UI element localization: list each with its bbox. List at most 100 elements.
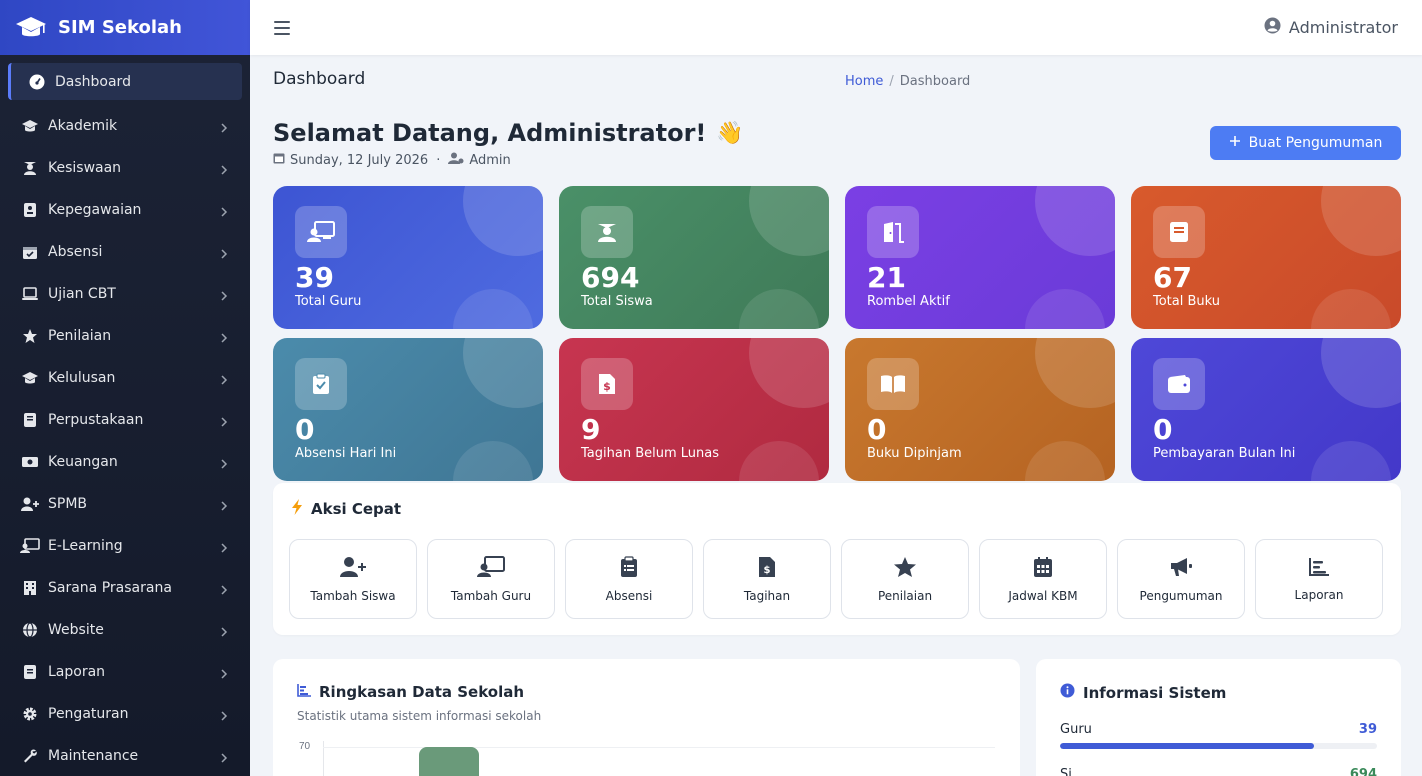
welcome-text: Selamat Datang, Administrator! xyxy=(273,119,707,147)
stat-card-tagihan-belum-lunas[interactable]: $ 9 Tagihan Belum Lunas xyxy=(559,338,829,481)
quick-action-pengumuman[interactable]: Pengumuman xyxy=(1117,539,1245,619)
chart-y-tick: 70 xyxy=(299,741,311,752)
stat-card-rombel-aktif[interactable]: 21 Rombel Aktif xyxy=(845,186,1115,329)
chevron-right-icon xyxy=(220,121,230,133)
stat-card-total-buku[interactable]: 67 Total Buku xyxy=(1131,186,1401,329)
quick-action-label: Absensi xyxy=(605,588,653,603)
stat-card-absensi-hari-ini[interactable]: 0 Absensi Hari Ini xyxy=(273,338,543,481)
chevron-right-icon xyxy=(220,667,230,679)
info-label: Si xyxy=(1060,767,1072,776)
sidebar-item-sarana-prasarana[interactable]: Sarana Prasarana xyxy=(0,567,250,609)
stat-card-total-guru[interactable]: 39 Total Guru xyxy=(273,186,543,329)
sidebar-item-pengaturan[interactable]: Pengaturan xyxy=(0,693,250,735)
bolt-icon xyxy=(291,499,303,519)
brand[interactable]: SIM Sekolah xyxy=(0,0,250,55)
stat-card-total-siswa[interactable]: 694 Total Siswa xyxy=(559,186,829,329)
sidebar-item-ujian-cbt[interactable]: Ujian CBT xyxy=(0,273,250,315)
quick-action-penilaian[interactable]: Penilaian xyxy=(841,539,969,619)
user-menu[interactable]: Administrator xyxy=(1264,17,1398,38)
chalkboard-user-icon xyxy=(20,538,40,554)
quick-action-label: Pengumuman xyxy=(1139,588,1223,603)
stat-value: 39 xyxy=(295,261,334,294)
school-summary-title: Ringkasan Data Sekolah xyxy=(297,683,996,701)
menu-toggle-icon[interactable] xyxy=(274,20,290,35)
quick-action-laporan[interactable]: Laporan xyxy=(1255,539,1383,619)
sidebar-item-e-learning[interactable]: E-Learning xyxy=(0,525,250,567)
quick-action-tagihan[interactable]: $ Tagihan xyxy=(703,539,831,619)
stat-card-buku-dipinjam[interactable]: 0 Buku Dipinjam xyxy=(845,338,1115,481)
stat-label: Absensi Hari Ini xyxy=(295,446,397,461)
sidebar-item-kepegawaian[interactable]: Kepegawaian xyxy=(0,189,250,231)
calendar-icon xyxy=(1033,556,1053,581)
bullhorn-icon xyxy=(1169,556,1193,581)
sidebar-item-label: Maintenance xyxy=(48,748,139,764)
quick-action-absensi[interactable]: Absensi xyxy=(565,539,693,619)
quick-actions-panel: Aksi Cepat Tambah Siswa Tambah Guru Abse… xyxy=(273,483,1401,635)
school-summary-panel: Ringkasan Data Sekolah Statistik utama s… xyxy=(273,659,1020,776)
sidebar-item-absensi[interactable]: Absensi xyxy=(0,231,250,273)
user-name: Administrator xyxy=(1288,18,1398,37)
chevron-right-icon xyxy=(220,751,230,763)
sidebar-nav: Dashboard Akademik Kesiswaan Kepegawaian… xyxy=(0,55,250,776)
system-info-title: Informasi Sistem xyxy=(1060,683,1377,702)
sidebar-item-penilaian[interactable]: Penilaian xyxy=(0,315,250,357)
stat-label: Buku Dipinjam xyxy=(867,446,962,461)
file-icon xyxy=(20,664,40,680)
sidebar-item-label: Pengaturan xyxy=(48,706,129,722)
chalkboard-user-icon xyxy=(295,206,347,258)
chevron-right-icon xyxy=(220,373,230,385)
chalkboard-user-icon xyxy=(477,555,505,581)
gear-icon xyxy=(20,706,40,722)
file-invoice-dollar-icon: $ xyxy=(758,556,776,581)
chevron-right-icon xyxy=(220,289,230,301)
graduation-cap-icon xyxy=(20,118,40,134)
stat-label: Total Siswa xyxy=(581,294,653,309)
sidebar-item-laporan[interactable]: Laporan xyxy=(0,651,250,693)
chevron-right-icon xyxy=(220,163,230,175)
school-summary-title-text: Ringkasan Data Sekolah xyxy=(319,683,525,701)
sidebar-item-perpustakaan[interactable]: Perpustakaan xyxy=(0,399,250,441)
breadcrumb-separator: / xyxy=(889,74,894,89)
page-header: Dashboard Home / Dashboard xyxy=(273,55,1401,110)
student-icon xyxy=(20,160,40,176)
sidebar-item-website[interactable]: Website xyxy=(0,609,250,651)
sidebar-item-kelulusan[interactable]: Kelulusan xyxy=(0,357,250,399)
breadcrumb-home-link[interactable]: Home xyxy=(845,74,883,89)
graduation-cap-icon xyxy=(20,370,40,386)
student-icon xyxy=(581,206,633,258)
app-name: SIM Sekolah xyxy=(58,17,182,38)
chevron-right-icon xyxy=(220,499,230,511)
money-bill-icon xyxy=(20,454,40,470)
quick-action-label: Tambah Siswa xyxy=(310,588,396,603)
sidebar-item-maintenance[interactable]: Maintenance xyxy=(0,735,250,776)
chart-bar[interactable] xyxy=(419,747,479,776)
wallet-icon xyxy=(1153,358,1205,410)
user-role: Admin xyxy=(469,152,511,168)
quick-action-tambah-siswa[interactable]: Tambah Siswa xyxy=(289,539,417,619)
sidebar-item-label: Perpustakaan xyxy=(48,412,144,428)
file-invoice-dollar-icon: $ xyxy=(581,358,633,410)
quick-action-label: Tagihan xyxy=(743,588,791,603)
stat-card-pembayaran-bulan-ini[interactable]: 0 Pembayaran Bulan Ini xyxy=(1131,338,1401,481)
info-circle-icon xyxy=(1060,683,1075,702)
sidebar-item-keuangan[interactable]: Keuangan xyxy=(0,441,250,483)
sidebar-item-label: Kepegawaian xyxy=(48,202,142,218)
info-value: 39 xyxy=(1358,722,1377,737)
create-announcement-button[interactable]: Buat Pengumuman xyxy=(1210,126,1401,160)
system-info-row-guru: Guru 39 xyxy=(1060,722,1377,749)
sidebar-item-dashboard[interactable]: Dashboard xyxy=(8,63,242,100)
chevron-right-icon xyxy=(220,625,230,637)
clipboard-icon xyxy=(620,555,638,581)
globe-icon xyxy=(20,622,40,638)
sidebar-item-akademik[interactable]: Akademik xyxy=(0,105,250,147)
stat-label: Rombel Aktif xyxy=(867,294,950,309)
quick-action-jadwal-kbm[interactable]: Jadwal KBM xyxy=(979,539,1107,619)
sidebar-item-spmb[interactable]: SPMB xyxy=(0,483,250,525)
sidebar-item-label: Dashboard xyxy=(55,73,131,90)
sidebar-item-label: Laporan xyxy=(48,664,106,680)
quick-action-tambah-guru[interactable]: Tambah Guru xyxy=(427,539,555,619)
sidebar-item-kesiswaan[interactable]: Kesiswaan xyxy=(0,147,250,189)
quick-action-label: Laporan xyxy=(1294,587,1344,602)
clipboard-check-icon xyxy=(295,358,347,410)
system-info-row-siswa: Si 694 xyxy=(1060,767,1377,776)
